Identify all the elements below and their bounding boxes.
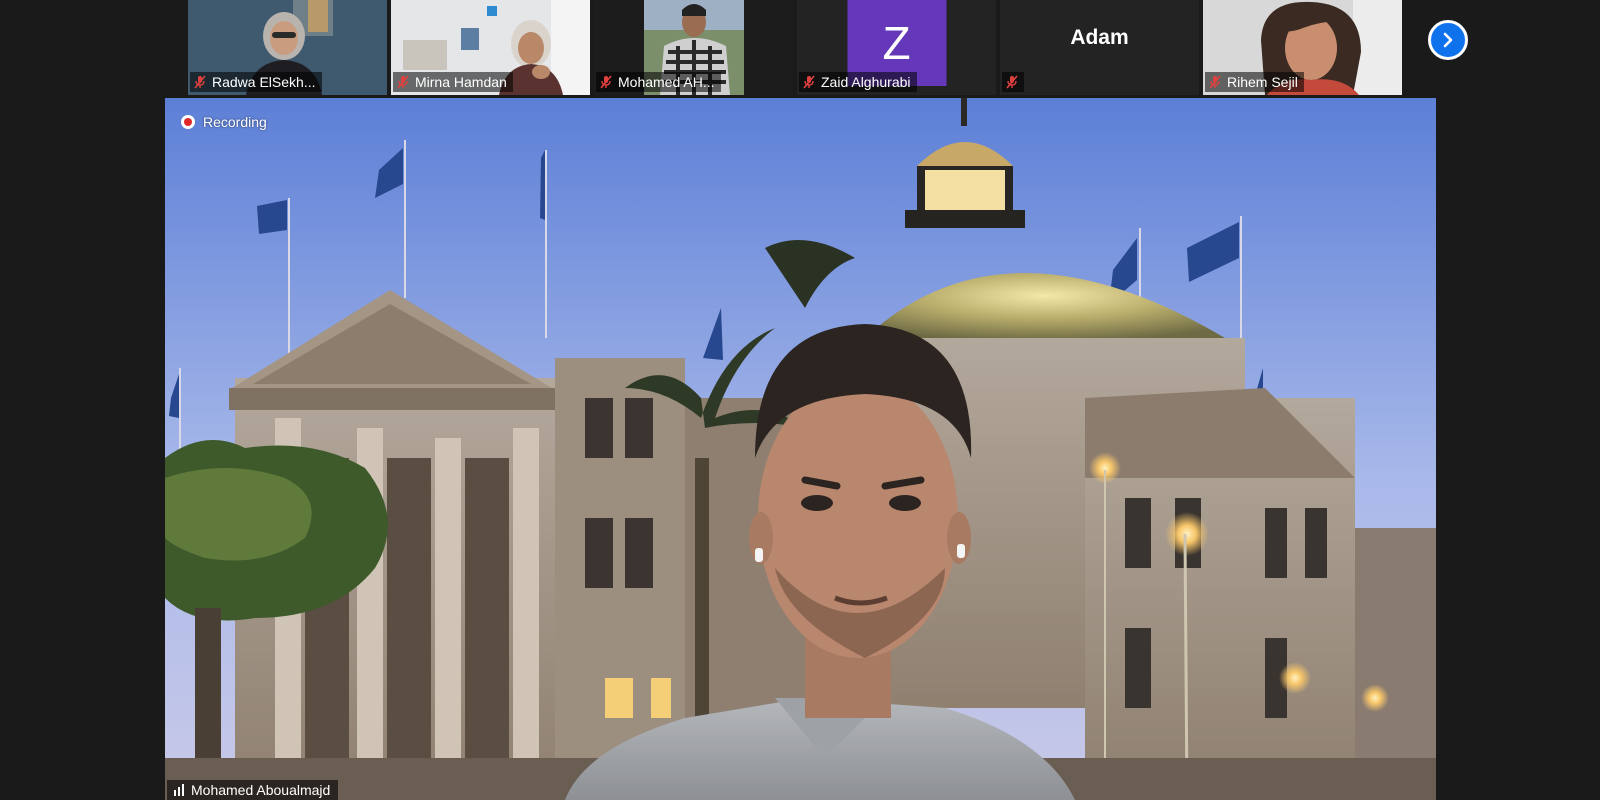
- chevron-right-icon: [1443, 32, 1453, 48]
- participant-name: Rihem Sejil: [1227, 74, 1298, 90]
- participant-name-tag: [1002, 72, 1024, 92]
- participant-tile[interactable]: Adam: [1000, 0, 1199, 95]
- speaker-name-tag: Mohamed Aboualmajd: [167, 780, 339, 800]
- virtual-background: [165, 98, 1436, 800]
- participant-name-tag: Mohamed AH...: [596, 72, 721, 92]
- participant-name: Mohamed AH...: [618, 74, 715, 90]
- muted-mic-icon: [1209, 75, 1221, 89]
- participant-tile[interactable]: Mohamed AH...: [594, 0, 793, 95]
- muted-mic-icon: [194, 75, 206, 89]
- muted-mic-icon: [1006, 75, 1018, 89]
- participant-name-tag: Rihem Sejil: [1205, 72, 1304, 92]
- participant-name: Mirna Hamdan: [415, 74, 507, 90]
- meeting-window: Radwa ElSekh... Mirna Hamdan Mohamed AH.…: [0, 0, 1600, 800]
- participant-name: Zaid Alghurabi: [821, 74, 911, 90]
- audio-bars-icon: [174, 784, 184, 796]
- next-participants-button[interactable]: [1428, 20, 1468, 60]
- participant-name-display: Adam: [1070, 26, 1129, 49]
- participant-tile[interactable]: Rihem Sejil: [1203, 0, 1402, 95]
- participant-tile[interactable]: Mirna Hamdan: [391, 0, 590, 95]
- speaker-name: Mohamed Aboualmajd: [191, 782, 331, 798]
- participant-strip: Radwa ElSekh... Mirna Hamdan Mohamed AH.…: [188, 0, 1402, 95]
- recording-label: Recording: [203, 114, 267, 130]
- active-speaker-video: Recording Mohamed Aboualmajd: [165, 98, 1436, 800]
- participant-tile[interactable]: Radwa ElSekh...: [188, 0, 387, 95]
- record-icon: [181, 115, 195, 129]
- muted-mic-icon: [600, 75, 612, 89]
- recording-indicator[interactable]: Recording: [181, 114, 267, 130]
- participant-tile[interactable]: Z Zaid Alghurabi: [797, 0, 996, 95]
- muted-mic-icon: [803, 75, 815, 89]
- participant-name-tag: Zaid Alghurabi: [799, 72, 917, 92]
- muted-mic-icon: [397, 75, 409, 89]
- participant-name: Radwa ElSekh...: [212, 74, 316, 90]
- participant-name-tag: Radwa ElSekh...: [190, 72, 322, 92]
- participant-name-tag: Mirna Hamdan: [393, 72, 513, 92]
